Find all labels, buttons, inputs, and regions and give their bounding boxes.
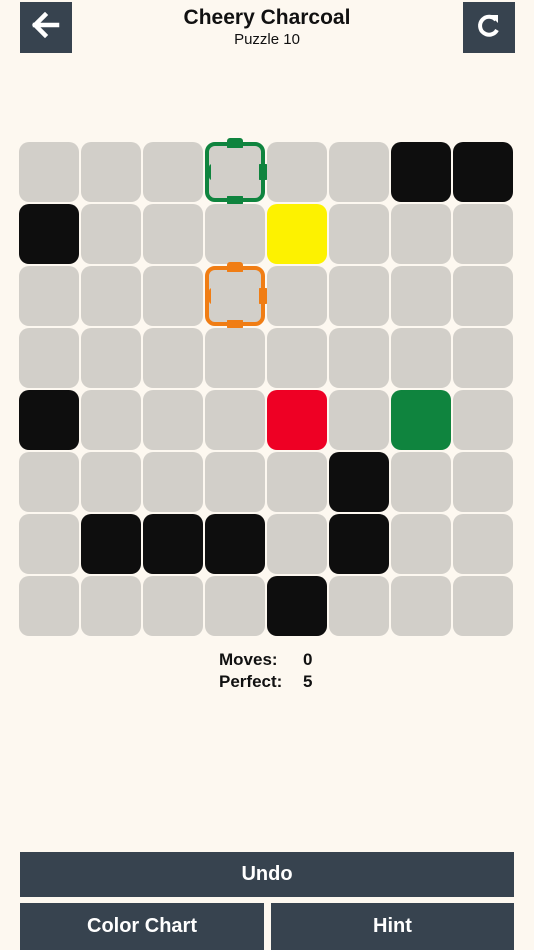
stats-panel: Moves: 0 Perfect: 5	[219, 649, 312, 693]
empty-tile[interactable]	[453, 452, 513, 512]
empty-tile[interactable]	[267, 452, 327, 512]
color-chart-button[interactable]: Color Chart	[20, 903, 264, 950]
puzzle-board	[19, 138, 515, 638]
wall-tile	[267, 576, 327, 636]
empty-tile[interactable]	[81, 390, 141, 450]
wall-tile	[143, 514, 203, 574]
empty-tile[interactable]	[391, 204, 451, 264]
empty-tile[interactable]	[19, 328, 79, 388]
empty-tile[interactable]	[19, 514, 79, 574]
wall-tile	[391, 142, 451, 202]
empty-tile[interactable]	[19, 142, 79, 202]
refresh-icon	[475, 11, 503, 44]
empty-tile[interactable]	[391, 452, 451, 512]
empty-tile[interactable]	[143, 204, 203, 264]
hint-button[interactable]: Hint	[271, 903, 514, 950]
empty-tile[interactable]	[391, 266, 451, 326]
empty-tile[interactable]	[143, 576, 203, 636]
empty-tile[interactable]	[205, 328, 265, 388]
perfect-label: Perfect:	[219, 672, 283, 691]
empty-tile[interactable]	[267, 142, 327, 202]
empty-tile[interactable]	[329, 204, 389, 264]
target-inner	[211, 272, 259, 320]
empty-tile[interactable]	[453, 514, 513, 574]
empty-tile[interactable]	[143, 390, 203, 450]
empty-tile[interactable]	[143, 142, 203, 202]
empty-tile[interactable]	[205, 576, 265, 636]
empty-tile[interactable]	[453, 204, 513, 264]
empty-tile[interactable]	[205, 390, 265, 450]
wall-tile	[329, 514, 389, 574]
empty-tile[interactable]	[391, 576, 451, 636]
empty-tile[interactable]	[453, 328, 513, 388]
empty-tile[interactable]	[81, 328, 141, 388]
empty-tile[interactable]	[329, 266, 389, 326]
empty-tile[interactable]	[453, 266, 513, 326]
perfect-value: 5	[303, 672, 313, 691]
red-tile[interactable]	[267, 390, 327, 450]
empty-tile[interactable]	[205, 204, 265, 264]
wall-tile	[81, 514, 141, 574]
header: Cheery Charcoal Puzzle 10	[0, 5, 534, 49]
empty-tile[interactable]	[453, 390, 513, 450]
empty-tile[interactable]	[391, 514, 451, 574]
empty-tile[interactable]	[267, 266, 327, 326]
restart-button[interactable]	[463, 2, 515, 53]
target-inner	[211, 148, 259, 196]
puzzle-number: Puzzle 10	[234, 31, 300, 48]
wall-tile	[329, 452, 389, 512]
target-tile-orange[interactable]	[205, 262, 269, 330]
moves-label: Moves:	[219, 650, 278, 669]
moves-value: 0	[303, 650, 313, 669]
empty-tile[interactable]	[143, 328, 203, 388]
wall-tile	[19, 390, 79, 450]
wall-tile	[19, 204, 79, 264]
empty-tile[interactable]	[391, 328, 451, 388]
empty-tile[interactable]	[81, 576, 141, 636]
empty-tile[interactable]	[143, 452, 203, 512]
yellow-tile[interactable]	[267, 204, 327, 264]
wall-tile	[453, 142, 513, 202]
empty-tile[interactable]	[81, 204, 141, 264]
empty-tile[interactable]	[81, 452, 141, 512]
empty-tile[interactable]	[81, 142, 141, 202]
wall-tile	[205, 514, 265, 574]
empty-tile[interactable]	[19, 266, 79, 326]
empty-tile[interactable]	[205, 452, 265, 512]
empty-tile[interactable]	[19, 576, 79, 636]
green-tile[interactable]	[391, 390, 451, 450]
empty-tile[interactable]	[329, 142, 389, 202]
empty-tile[interactable]	[81, 266, 141, 326]
empty-tile[interactable]	[453, 576, 513, 636]
empty-tile[interactable]	[267, 514, 327, 574]
empty-tile[interactable]	[329, 390, 389, 450]
puzzle-title: Cheery Charcoal	[183, 6, 351, 29]
empty-tile[interactable]	[143, 266, 203, 326]
target-tile-green[interactable]	[205, 138, 269, 206]
empty-tile[interactable]	[267, 328, 327, 388]
empty-tile[interactable]	[329, 576, 389, 636]
empty-tile[interactable]	[329, 328, 389, 388]
undo-button[interactable]: Undo	[20, 852, 514, 897]
empty-tile[interactable]	[19, 452, 79, 512]
